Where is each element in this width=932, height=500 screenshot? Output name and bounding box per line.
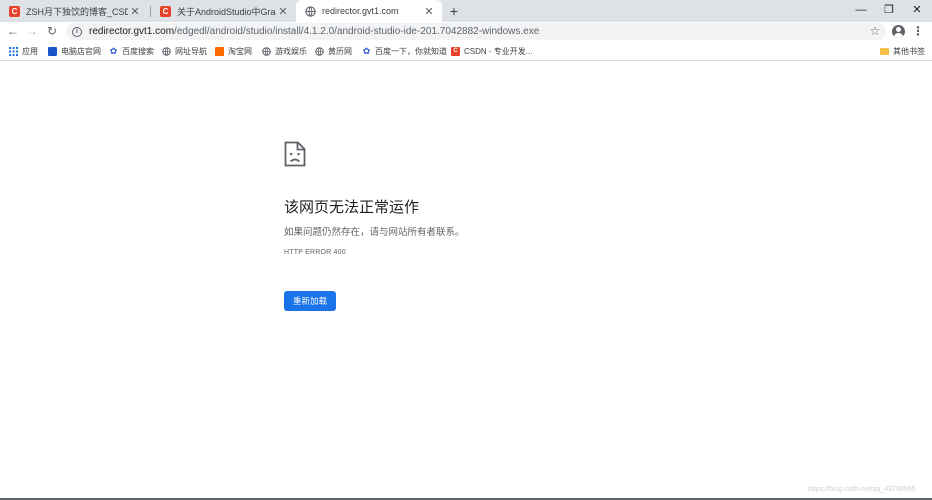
apps-icon (9, 46, 18, 56)
bookmark-label: 百度一下，你就知道 (375, 46, 447, 56)
globe-icon (305, 5, 316, 17)
bookmark-label: 应用 (22, 46, 38, 56)
tab-title: ZSH月下独饮的博客_CSDN博客 (26, 6, 128, 17)
other-bookmarks[interactable]: 其他书签 (880, 41, 925, 61)
globe-icon (162, 46, 171, 56)
close-icon[interactable]: ✕ (276, 5, 290, 18)
address-bar[interactable]: i redirector.gvt1.com/edgedl/android/stu… (66, 23, 886, 40)
tab-csdn-blog[interactable]: C ZSH月下独饮的博客_CSDN博客 ✕ (0, 0, 148, 22)
globe-icon (315, 46, 324, 56)
bookmark-csdn[interactable]: C CSDN - 专业开发... (451, 41, 532, 61)
paw-icon: ✿ (362, 45, 371, 56)
bookmark-games[interactable]: 游戏娱乐 (262, 41, 307, 61)
forward-button[interactable]: → (24, 22, 40, 41)
tab-strip: C ZSH月下独饮的博客_CSDN博客 ✕ C 关于AndroidStudio中… (0, 0, 932, 22)
bookmark-label: 淘宝网 (228, 46, 252, 56)
watermark: https://blog.csdn.net/qq_43790955 (808, 486, 916, 493)
csdn-icon: C (9, 5, 20, 17)
globe-icon (262, 46, 271, 56)
bookmark-label: 百度搜索 (122, 46, 154, 56)
tab-title: redirector.gvt1.com (322, 6, 399, 16)
url-path: /edgedl/android/studio/install/4.1.2.0/a… (174, 26, 540, 37)
page-content: 该网页无法正常运作 如果问题仍然存在，请与网站所有者联系。 HTTP ERROR… (0, 62, 932, 498)
csdn-icon: C (451, 46, 460, 56)
browser-toolbar: ← → ↻ i redirector.gvt1.com/edgedl/andro… (0, 22, 932, 41)
bookmark-taobao[interactable]: 淘宝网 (215, 41, 252, 61)
tab-title: 关于AndroidStudio中Gradle文件 (177, 6, 276, 17)
bookmark-baidu-search[interactable]: ✿ 百度搜索 (109, 41, 154, 61)
bookmark-label: 电脑店官网 (61, 46, 101, 56)
paw-icon: ✿ (109, 45, 118, 56)
window-close-button[interactable]: ✕ (902, 0, 932, 20)
close-icon[interactable]: ✕ (128, 5, 142, 18)
close-icon[interactable]: ✕ (422, 5, 436, 18)
bookmark-baidu[interactable]: ✿ 百度一下，你就知道 (362, 41, 447, 61)
bookmark-label: 游戏娱乐 (275, 46, 307, 56)
new-tab-button[interactable]: + (446, 3, 462, 19)
error-code: HTTP ERROR 400 (284, 249, 346, 256)
menu-icon[interactable]: ⋮ (912, 22, 924, 41)
info-icon[interactable]: i (72, 26, 82, 37)
back-button[interactable]: ← (5, 22, 21, 41)
csdn-icon: C (160, 5, 171, 17)
reload-button[interactable]: ↻ (44, 22, 60, 41)
bookmark-apps[interactable]: 应用 (9, 41, 38, 61)
site-icon (48, 46, 57, 56)
profile-avatar-icon[interactable] (892, 25, 905, 38)
bookmark-label: 网址导航 (175, 46, 207, 56)
url-text[interactable]: redirector.gvt1.com/edgedl/android/studi… (89, 26, 539, 37)
bookmark-label: 其他书签 (893, 46, 925, 56)
error-title: 该网页无法正常运作 (284, 199, 420, 216)
tab-gradle-article[interactable]: C 关于AndroidStudio中Gradle文件 ✕ (151, 0, 296, 22)
bookmark-label: 黄历网 (328, 46, 352, 56)
reload-page-button[interactable]: 重新加载 (284, 291, 336, 311)
bookmarks-bar: 应用 电脑店官网 ✿ 百度搜索 网址导航 淘宝网 游戏娱乐 黄历网 ✿ 百度一下… (0, 41, 932, 61)
sad-page-icon (284, 141, 306, 167)
restore-button[interactable]: ❐ (874, 0, 904, 20)
bookmark-huangli[interactable]: 黄历网 (315, 41, 352, 61)
minimize-button[interactable]: — (846, 0, 876, 20)
bookmark-star-icon[interactable]: ☆ (868, 22, 882, 41)
bookmark-diannaodian[interactable]: 电脑店官网 (48, 41, 101, 61)
error-description: 如果问题仍然存在，请与网站所有者联系。 (284, 227, 465, 238)
bookmark-label: CSDN - 专业开发... (464, 46, 533, 56)
folder-icon (880, 47, 889, 55)
url-host: redirector.gvt1.com (89, 26, 175, 37)
tab-redirector[interactable]: redirector.gvt1.com ✕ (296, 0, 442, 22)
taobao-icon (215, 46, 224, 56)
bookmark-web-nav[interactable]: 网址导航 (162, 41, 207, 61)
